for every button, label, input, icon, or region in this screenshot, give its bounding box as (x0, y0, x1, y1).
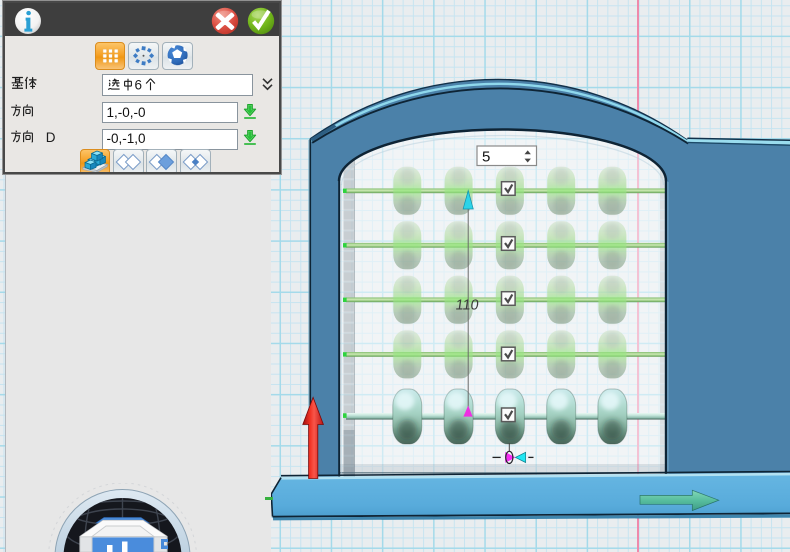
svg-text:6: 6 (134, 78, 142, 92)
svg-text:110: 110 (454, 298, 479, 314)
svg-text:5: 5 (482, 149, 490, 166)
